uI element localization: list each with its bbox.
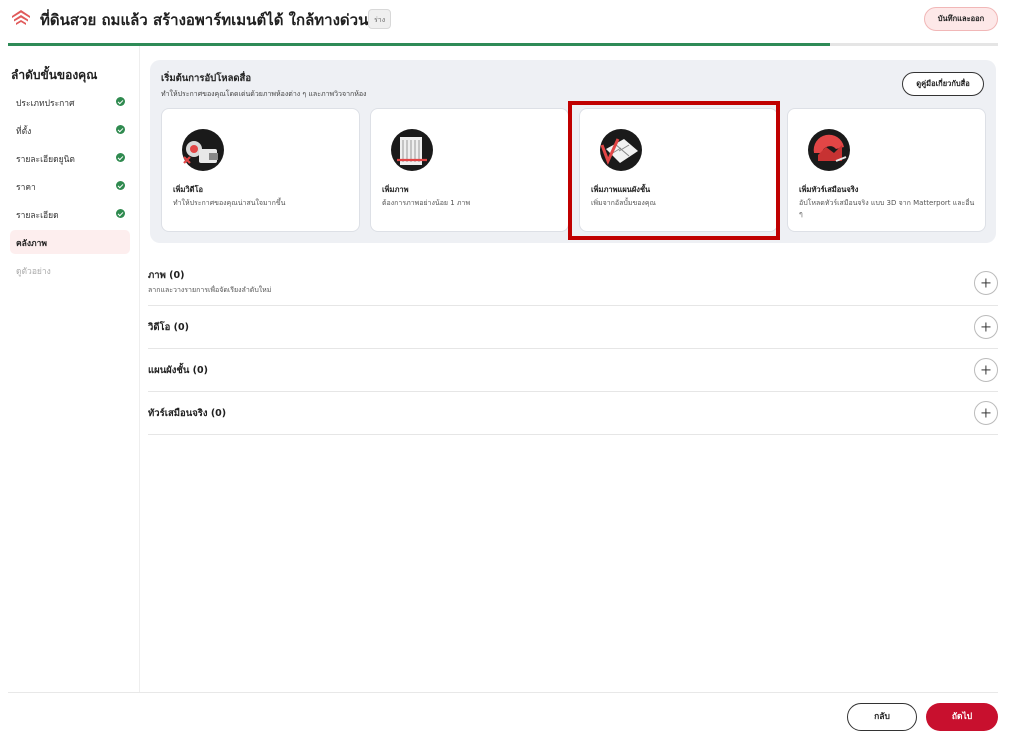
floor-plans-section: แผนผังชั้น (0) <box>148 349 998 392</box>
back-button[interactable]: กลับ <box>847 703 917 731</box>
next-button[interactable]: ถัดไป <box>926 703 998 731</box>
videos-section: วิดีโอ (0) <box>148 306 998 349</box>
check-icon <box>116 125 125 134</box>
sidebar-item-label: รายละเอียดยูนิต <box>16 155 75 165</box>
upload-panel-title: เริ่มต้นการอัปโหลดสื่อ <box>161 73 252 84</box>
upload-panel-subtitle: ทำให้ประกาศของคุณโดดเด่นด้วยภาพห้องต่าง … <box>161 90 367 98</box>
sidebar-item-label: คลังภาพ <box>16 239 48 249</box>
sidebar-item-listing-type[interactable]: ประเภทประกาศ <box>10 90 130 114</box>
sidebar-heading: ลำดับขั้นของคุณ <box>11 68 98 82</box>
sidebar-item-details[interactable]: รายละเอียด <box>10 202 130 226</box>
card-title: เพิ่มทัวร์เสมือนจริง <box>799 185 859 194</box>
card-description: ทำให้ประกาศของคุณน่าสนใจมากขึ้น <box>173 199 286 207</box>
photo-icon <box>391 129 433 171</box>
video-camera-icon <box>182 129 224 171</box>
sidebar-item-gallery[interactable]: คลังภาพ <box>10 230 130 254</box>
sidebar-item-location[interactable]: ที่ตั้ง <box>10 118 130 142</box>
sidebar-item-preview: ดูตัวอย่าง <box>10 258 130 282</box>
section-title: ภาพ (0) <box>148 270 185 281</box>
section-subtitle: ลากและวางรายการเพื่อจัดเรียงลำดับใหม่ <box>148 286 272 294</box>
photos-section: ภาพ (0) ลากและวางรายการเพื่อจัดเรียงลำดั… <box>148 258 998 306</box>
sidebar-item-unit-details[interactable]: รายละเอียดยูนิต <box>10 146 130 170</box>
add-virtual-tour-card[interactable]: เพิ่มทัวร์เสมือนจริง อัปโหลดทัวร์เสมือนจ… <box>787 108 986 232</box>
sidebar-item-price[interactable]: ราคา <box>10 174 130 198</box>
add-virtual-tour-button[interactable] <box>974 401 998 425</box>
virtual-tour-icon <box>808 129 850 171</box>
footer-divider <box>8 692 998 693</box>
media-guide-button[interactable]: ดูคู่มือเกี่ยวกับสื่อ <box>902 72 984 96</box>
steps-list: ประเภทประกาศ ที่ตั้ง รายละเอียดยูนิต ราค… <box>10 90 130 286</box>
sidebar-item-label: ที่ตั้ง <box>16 127 32 137</box>
status-badge: ร่าง <box>368 9 392 29</box>
sidebar-item-label: ประเภทประกาศ <box>16 99 75 109</box>
add-floor-plan-button[interactable] <box>974 358 998 382</box>
check-icon <box>116 97 125 106</box>
sidebar-item-label: รายละเอียด <box>16 211 59 221</box>
page-title: ที่ดินสวย ถมแล้ว สร้างอพาร์ทเมนต์ได้ ใกล… <box>40 11 369 29</box>
section-title: วิดีโอ (0) <box>148 322 189 333</box>
check-icon <box>116 181 125 190</box>
card-title: เพิ่มวิดีโอ <box>173 185 204 194</box>
brand-logo-icon <box>12 10 30 25</box>
add-photo-card[interactable]: เพิ่มภาพ ต้องการภาพอย่างน้อย 1 ภาพ <box>370 108 569 232</box>
virtual-tours-section: ทัวร์เสมือนจริง (0) <box>148 392 998 435</box>
check-icon <box>116 153 125 162</box>
sidebar-item-label: ดูตัวอย่าง <box>16 267 51 277</box>
card-title: เพิ่มภาพ <box>382 185 409 194</box>
section-title: แผนผังชั้น (0) <box>148 365 208 376</box>
section-title: ทัวร์เสมือนจริง (0) <box>148 408 227 419</box>
card-description: อัปโหลดทัวร์เสมือนจริง แบบ 3D จาก Matter… <box>799 199 975 218</box>
check-icon <box>116 209 125 218</box>
steps-sidebar: ลำดับขั้นของคุณ ประเภทประกาศ ที่ตั้ง ราย… <box>0 46 140 692</box>
header: ที่ดินสวย ถมแล้ว สร้างอพาร์ทเมนต์ได้ ใกล… <box>0 0 1024 44</box>
highlight-annotation <box>568 101 780 240</box>
add-video-card[interactable]: เพิ่มวิดีโอ ทำให้ประกาศของคุณน่าสนใจมากข… <box>161 108 360 232</box>
add-video-button[interactable] <box>974 315 998 339</box>
sidebar-item-label: ราคา <box>16 183 36 193</box>
card-description: ต้องการภาพอย่างน้อย 1 ภาพ <box>382 199 471 207</box>
add-photo-button[interactable] <box>974 271 998 295</box>
progress-bar <box>8 43 998 46</box>
save-and-exit-button[interactable]: บันทึกและออก <box>924 7 998 31</box>
